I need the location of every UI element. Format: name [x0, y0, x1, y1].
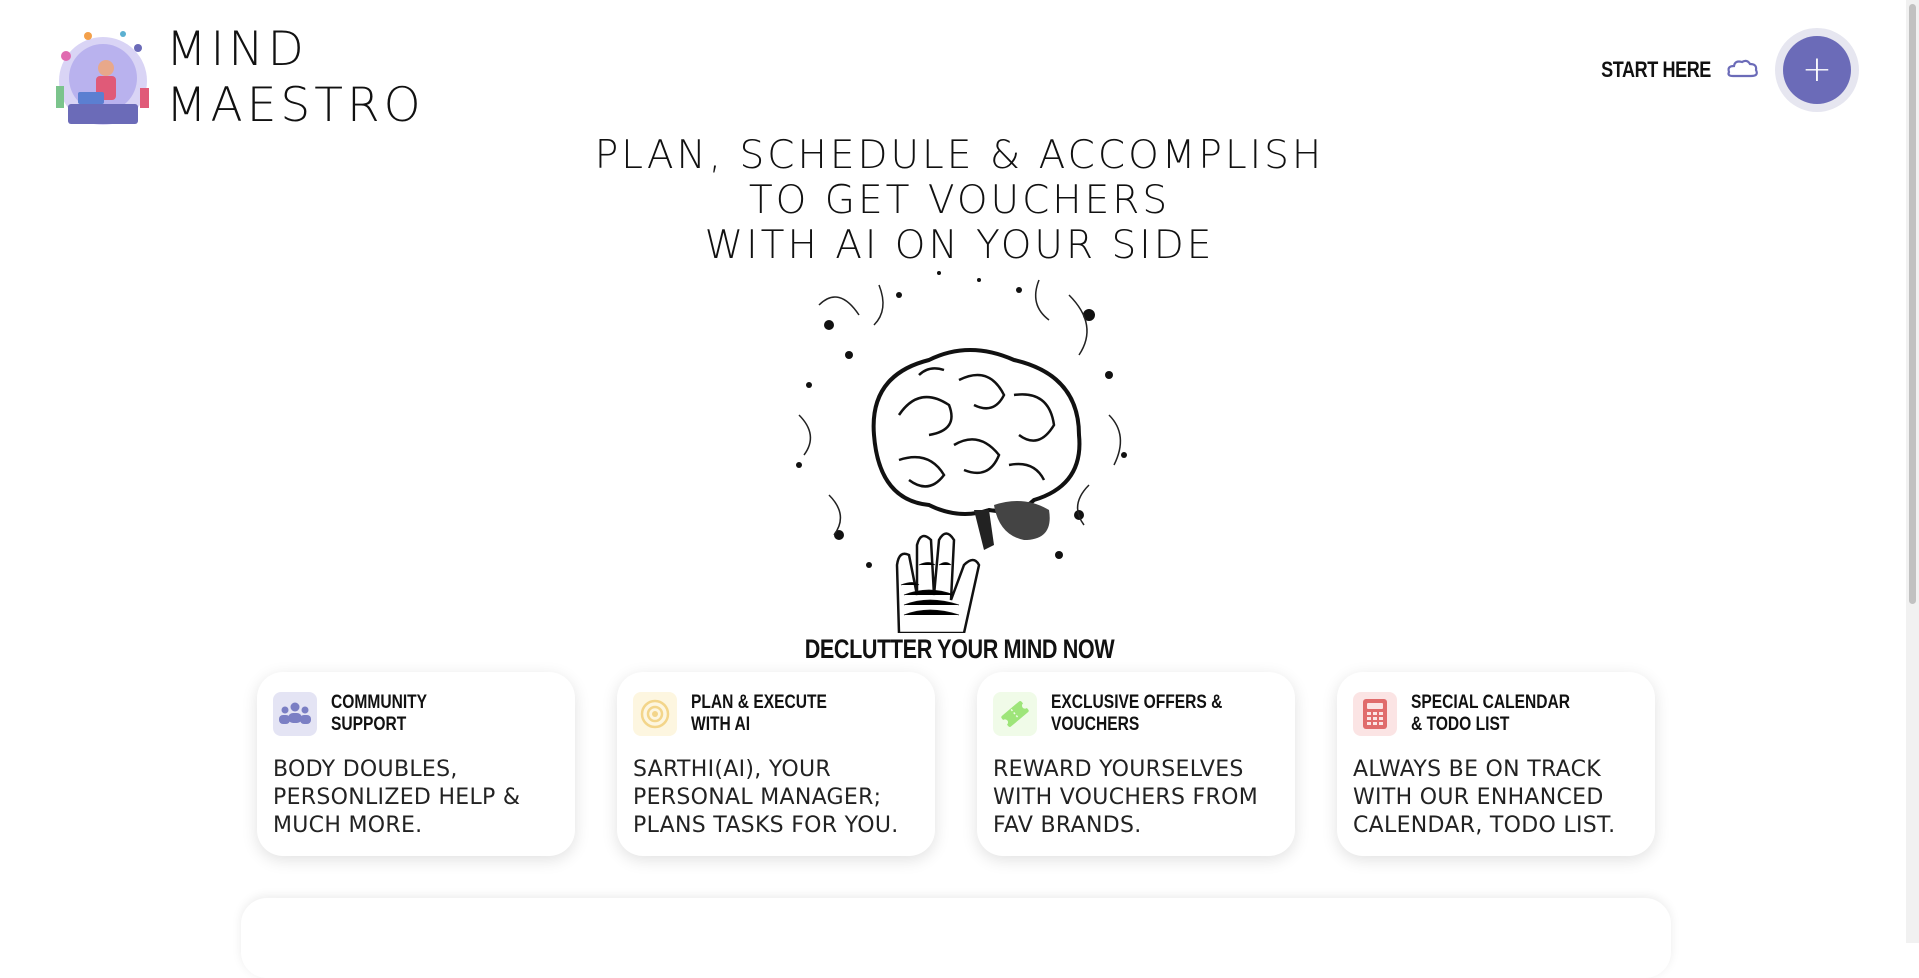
feature-description: SARTHI(AI), YOUR PERSONAL MANAGER; PLANS… — [633, 757, 899, 838]
brain-hand-illustration — [796, 271, 1127, 633]
cloud-arrow-icon — [1727, 59, 1758, 78]
logo-illustration-icon — [56, 31, 149, 125]
feature-card-community[interactable]: COMMUNITY SUPPORT BODY DOUBLES, PERSONLI… — [257, 672, 575, 856]
feature-title-line-1: PLAN & EXECUTE — [690, 692, 827, 713]
declutter-label: DECLUTTER YOUR MIND NOW — [804, 634, 1115, 664]
start-here-group: START HERE + — [1577, 36, 1851, 104]
feature-title-line-1: COMMUNITY — [330, 692, 427, 713]
feature-title-line-1: EXCLUSIVE OFFERS & — [1050, 692, 1223, 713]
hero-line-2: TO GET VOUCHERS — [748, 178, 1171, 223]
feature-description: BODY DOUBLES, PERSONLIZED HELP & MUCH MO… — [273, 757, 521, 838]
feature-description: ALWAYS BE ON TRACK WITH OUR ENHANCED CAL… — [1353, 757, 1616, 838]
feature-card-vouchers[interactable]: EXCLUSIVE OFFERS & VOUCHERS REWARD YOURS… — [977, 672, 1295, 856]
feature-title-line-2: SUPPORT — [330, 714, 406, 735]
next-section-card — [241, 898, 1671, 978]
hero-line-3: WITH AI ON YOUR SIDE — [704, 223, 1215, 268]
feature-cards: COMMUNITY SUPPORT BODY DOUBLES, PERSONLI… — [257, 672, 1655, 856]
brand-logo[interactable]: MIND MAESTRO — [48, 22, 425, 134]
feature-title-line-2: WITH AI — [690, 714, 750, 735]
community-icon — [273, 692, 317, 736]
hero-line-1: PLAN, SCHEDULE & ACCOMPLISH — [594, 133, 1325, 178]
feature-card-plan[interactable]: PLAN & EXECUTE WITH AI SARTHI(AI), YOUR … — [617, 672, 935, 856]
feature-title-line-1: SPECIAL CALENDAR — [1410, 692, 1570, 713]
scrollbar-thumb[interactable] — [1909, 4, 1916, 604]
feature-title: COMMUNITY SUPPORT — [331, 692, 559, 736]
feature-card-calendar[interactable]: SPECIAL CALENDAR & TODO LIST ALWAYS BE O… — [1337, 672, 1655, 856]
brand-line-1: MIND — [166, 22, 308, 77]
page-scrollbar[interactable] — [1906, 0, 1919, 943]
brand-line-2: MAESTRO — [166, 78, 425, 133]
start-here-link[interactable]: START HERE — [1601, 57, 1711, 83]
feature-title: SPECIAL CALENDAR & TODO LIST — [1411, 692, 1639, 736]
declutter-cta[interactable]: DECLUTTER YOUR MIND NOW — [0, 634, 1919, 665]
target-icon — [633, 692, 677, 736]
feature-title: PLAN & EXECUTE WITH AI — [691, 692, 919, 736]
calculator-icon — [1353, 692, 1397, 736]
feature-title: EXCLUSIVE OFFERS & VOUCHERS — [1051, 692, 1279, 736]
feature-title-line-2: & TODO LIST — [1410, 714, 1510, 735]
brand-name: MIND MAESTRO — [166, 22, 425, 134]
feature-description: REWARD YOURSELVES WITH VOUCHERS FROM FAV… — [993, 757, 1258, 838]
ticket-icon — [993, 692, 1037, 736]
feature-title-line-2: VOUCHERS — [1050, 714, 1139, 735]
hero-headline: PLAN, SCHEDULE & ACCOMPLISH TO GET VOUCH… — [0, 133, 1919, 268]
add-button[interactable]: + — [1783, 36, 1851, 104]
